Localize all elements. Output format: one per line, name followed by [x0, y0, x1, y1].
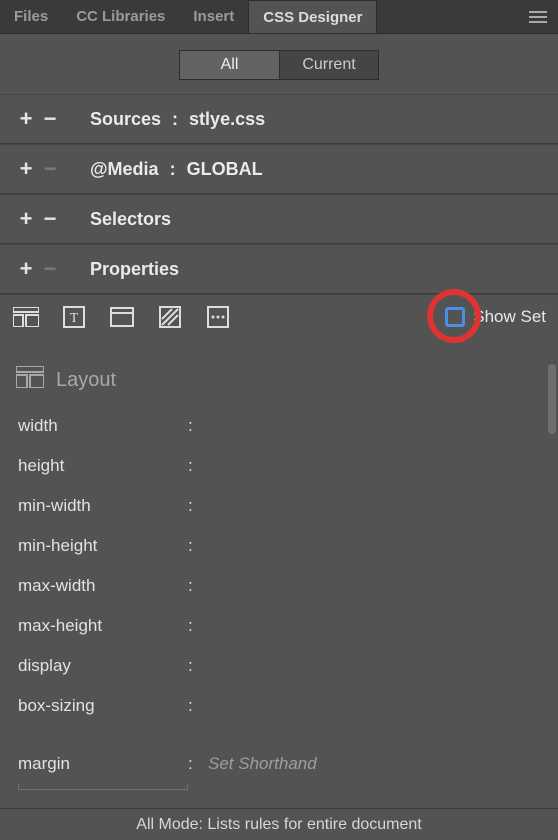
section-properties: + − Properties	[0, 244, 558, 294]
sources-value[interactable]: stlye.css	[189, 109, 265, 130]
property-category-row: T Show Set	[0, 294, 558, 338]
selectors-add-button[interactable]: +	[14, 206, 38, 232]
sources-label: Sources : stlye.css	[90, 109, 265, 130]
prop-height[interactable]: height:	[18, 446, 540, 486]
margin-shorthand-placeholder[interactable]: Set Shorthand	[208, 754, 317, 774]
media-label: @Media : GLOBAL	[90, 159, 263, 180]
background-category-icon[interactable]	[156, 305, 184, 329]
status-footer: All Mode: Lists rules for entire documen…	[0, 808, 558, 840]
selectors-remove-button[interactable]: −	[38, 206, 62, 232]
more-category-icon[interactable]	[204, 305, 232, 329]
svg-text:T: T	[70, 311, 79, 326]
sources-remove-button[interactable]: −	[38, 106, 62, 132]
tab-css-designer[interactable]: CSS Designer	[248, 0, 377, 33]
tab-files[interactable]: Files	[0, 0, 62, 33]
prop-display[interactable]: display:	[18, 646, 540, 686]
media-remove-button: −	[38, 156, 62, 182]
prop-min-height[interactable]: min-height:	[18, 526, 540, 566]
properties-remove-button: −	[38, 256, 62, 282]
layout-property-list: width: height: min-width: min-height: ma…	[0, 406, 558, 784]
show-set-label: Show Set	[473, 307, 546, 327]
prop-max-width[interactable]: max-width:	[18, 566, 540, 606]
panel-tabbar: Files CC Libraries Insert CSS Designer	[0, 0, 558, 34]
mode-current-button[interactable]: Current	[279, 50, 379, 80]
section-sources: + − Sources : stlye.css	[0, 94, 558, 144]
layout-category-icon[interactable]	[12, 305, 40, 329]
section-selectors: + − Selectors	[0, 194, 558, 244]
margin-box-partial	[18, 784, 188, 790]
selectors-label: Selectors	[90, 209, 171, 230]
media-add-button[interactable]: +	[14, 156, 38, 182]
mode-segmented-control: All Current	[179, 50, 379, 80]
border-category-icon[interactable]	[108, 305, 136, 329]
layout-heading-icon	[16, 366, 44, 394]
section-media: + − @Media : GLOBAL	[0, 144, 558, 194]
text-category-icon[interactable]: T	[60, 305, 88, 329]
tab-insert[interactable]: Insert	[179, 0, 248, 33]
media-value[interactable]: GLOBAL	[187, 159, 263, 180]
tab-cc-libraries[interactable]: CC Libraries	[62, 0, 179, 33]
mode-all-button[interactable]: All	[179, 50, 279, 80]
sources-add-button[interactable]: +	[14, 106, 38, 132]
prop-max-height[interactable]: max-height:	[18, 606, 540, 646]
panel-menu-icon[interactable]	[518, 0, 558, 33]
properties-label: Properties	[90, 259, 179, 280]
show-set-checkbox[interactable]	[445, 307, 465, 327]
layout-heading: Layout	[0, 338, 558, 406]
prop-margin[interactable]: margin : Set Shorthand	[18, 744, 540, 784]
properties-add-button[interactable]: +	[14, 256, 38, 282]
prop-min-width[interactable]: min-width:	[18, 486, 540, 526]
prop-box-sizing[interactable]: box-sizing:	[18, 686, 540, 726]
show-set-control: Show Set	[445, 307, 546, 327]
vertical-scrollbar[interactable]	[548, 364, 556, 434]
mode-toggle-row: All Current	[0, 34, 558, 94]
prop-width[interactable]: width:	[18, 406, 540, 446]
